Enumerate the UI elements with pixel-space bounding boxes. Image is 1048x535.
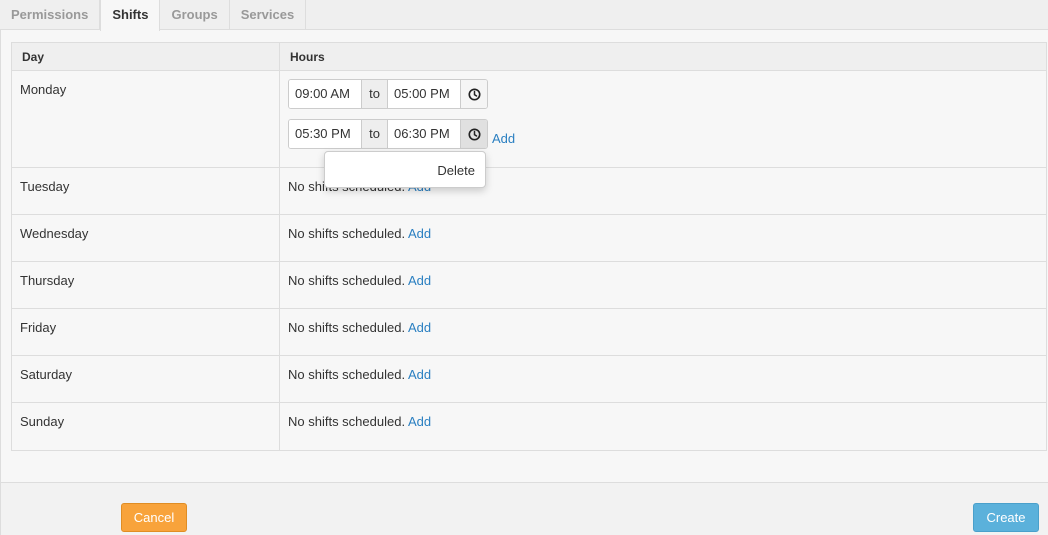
day-label: Thursday [12, 262, 280, 308]
hours-cell: No shifts scheduled. Add [280, 262, 1046, 308]
shift-entry: 09:00 AM to 05:00 PM [288, 79, 1038, 109]
shift-entry: 05:30 PM to 06:30 PM Add [288, 119, 1038, 149]
delete-shift-button[interactable]: Delete [437, 163, 475, 178]
table-header: Day Hours [12, 43, 1046, 71]
cancel-button[interactable]: Cancel [121, 503, 187, 532]
to-separator: to [361, 120, 388, 148]
no-shifts-text: No shifts scheduled. [288, 320, 406, 335]
day-label: Monday [12, 71, 280, 167]
clock-icon[interactable] [460, 80, 487, 108]
add-shift-link[interactable]: Add [492, 131, 515, 146]
day-label: Tuesday [12, 168, 280, 214]
no-shifts-text: No shifts scheduled. [288, 367, 406, 382]
shift-time-range: 05:30 PM to 06:30 PM [288, 119, 488, 149]
tab-groups[interactable]: Groups [160, 0, 230, 30]
panel-border [0, 30, 1, 535]
day-label: Friday [12, 309, 280, 355]
table-row: Thursday No shifts scheduled. Add [12, 262, 1046, 309]
no-shifts-text: No shifts scheduled. [288, 226, 406, 241]
tab-bar: Permissions Shifts Groups Services [0, 0, 1048, 31]
table-row: Wednesday No shifts scheduled. Add [12, 215, 1046, 262]
add-shift-link[interactable]: Add [408, 320, 431, 335]
day-label: Sunday [12, 403, 280, 450]
no-shifts-text: No shifts scheduled. [288, 414, 406, 429]
table-row: Friday No shifts scheduled. Add [12, 309, 1046, 356]
hours-cell: No shifts scheduled. Add [280, 309, 1046, 355]
hours-cell: No shifts scheduled. Add [280, 215, 1046, 261]
table-row: Saturday No shifts scheduled. Add [12, 356, 1046, 403]
day-label: Wednesday [12, 215, 280, 261]
hours-cell: No shifts scheduled. Add [280, 356, 1046, 402]
tab-services[interactable]: Services [230, 0, 307, 30]
header-day: Day [12, 43, 280, 70]
end-time-input[interactable]: 06:30 PM [388, 120, 460, 148]
to-separator: to [361, 80, 388, 108]
header-hours: Hours [290, 50, 325, 64]
start-time-input[interactable]: 09:00 AM [289, 80, 361, 108]
table-row: Tuesday No shifts scheduled. Add [12, 168, 1046, 215]
clock-icon[interactable] [460, 120, 487, 148]
footer-bar: Cancel Create [1, 482, 1048, 535]
no-shifts-text: No shifts scheduled. [288, 273, 406, 288]
start-time-input[interactable]: 05:30 PM [289, 120, 361, 148]
add-shift-link[interactable]: Add [408, 226, 431, 241]
table-row-monday: Monday 09:00 AM to 05:00 PM 05:30 PM to … [12, 71, 1046, 168]
tab-shifts[interactable]: Shifts [100, 0, 161, 31]
shifts-table: Day Hours Monday 09:00 AM to 05:00 PM 05… [11, 42, 1047, 451]
tab-permissions[interactable]: Permissions [0, 0, 101, 30]
shift-time-range: 09:00 AM to 05:00 PM [288, 79, 488, 109]
end-time-input[interactable]: 05:00 PM [388, 80, 460, 108]
shift-options-popup: Delete [324, 151, 486, 188]
day-label: Saturday [12, 356, 280, 402]
table-row: Sunday No shifts scheduled. Add [12, 403, 1046, 450]
add-shift-link[interactable]: Add [408, 367, 431, 382]
add-shift-link[interactable]: Add [408, 273, 431, 288]
create-button[interactable]: Create [973, 503, 1039, 532]
add-shift-link[interactable]: Add [408, 414, 431, 429]
hours-cell: No shifts scheduled. Add [280, 403, 1046, 450]
